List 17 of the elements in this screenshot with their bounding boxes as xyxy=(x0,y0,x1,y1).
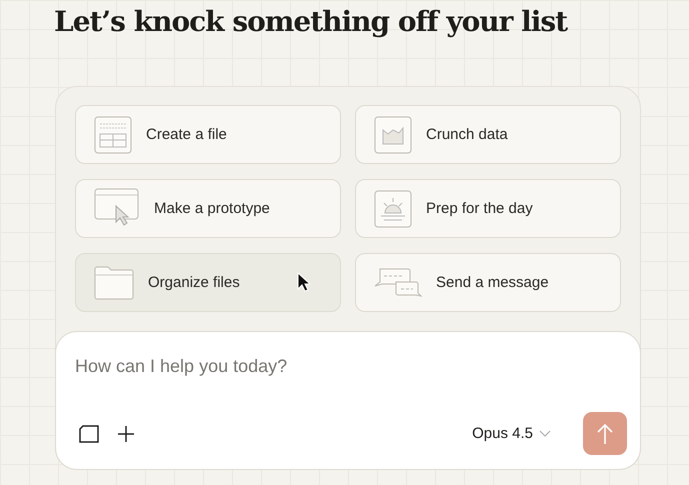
caret-icon xyxy=(539,430,551,438)
chart-icon xyxy=(374,116,412,154)
sunrise-icon xyxy=(374,190,412,228)
suggestion-card[interactable]: Crunch data xyxy=(355,105,621,164)
message-input[interactable]: How can I help you today? xyxy=(75,354,475,378)
suggestion-card[interactable]: Prep for the day xyxy=(355,179,621,238)
suggestion-card[interactable]: Create a file xyxy=(75,105,341,164)
folder-icon xyxy=(94,266,134,300)
arrow-up-icon xyxy=(596,422,614,444)
model-selector[interactable]: Opus 4.5 xyxy=(466,424,557,443)
spreadsheet-icon xyxy=(94,116,132,154)
mouse-cursor-icon xyxy=(297,272,310,292)
suggestion-card[interactable]: Organize files xyxy=(75,253,341,312)
page-heading: Let’s knock something off your list xyxy=(54,4,569,40)
suggestion-card[interactable]: Make a prototype xyxy=(75,179,341,238)
suggestion-card[interactable]: Send a message xyxy=(355,253,621,312)
chat-bubbles-icon xyxy=(374,266,422,298)
